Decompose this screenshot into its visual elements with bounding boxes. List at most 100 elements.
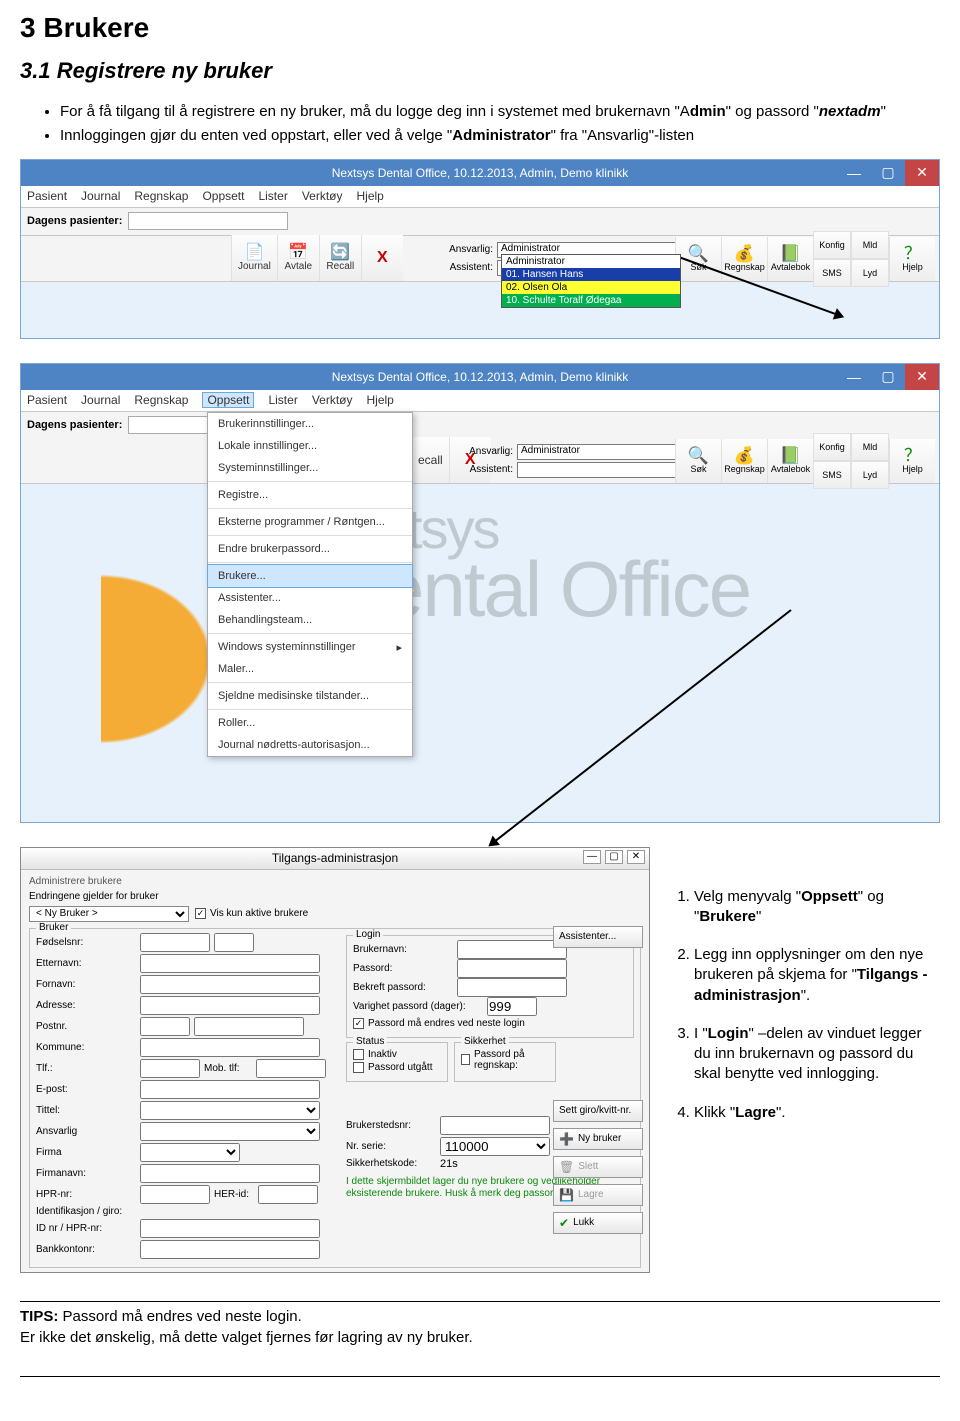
btn-ny-bruker[interactable]: ➕Ny bruker bbox=[553, 1128, 643, 1150]
toolbar-sok[interactable]: 🔍Søk bbox=[675, 439, 721, 483]
toolbar-hjelp[interactable]: ？Hjelp bbox=[889, 439, 935, 483]
inp-hpr[interactable] bbox=[140, 1185, 210, 1204]
vis-aktive-check[interactable]: ✓Vis kun aktive brukere bbox=[195, 908, 308, 919]
menu-oppsett[interactable]: Oppsett bbox=[202, 189, 244, 203]
dagens-field[interactable] bbox=[128, 212, 288, 230]
oppsett-menu-item[interactable]: Windows systeminnstillinger bbox=[208, 636, 412, 658]
sel-nrserie[interactable]: 110000 bbox=[440, 1137, 550, 1156]
toolbar-hjelp[interactable]: ？Hjelp bbox=[889, 237, 935, 281]
toolbar-avtalebok[interactable]: 📗Avtalebok bbox=[767, 439, 813, 483]
minimize-button[interactable]: — bbox=[837, 160, 871, 186]
inp-brukernavn[interactable] bbox=[457, 940, 567, 959]
toolbar-mld[interactable]: Mld bbox=[851, 231, 889, 259]
ansvarlig-option-3[interactable]: 10. Schulte Toralf Ødegaa bbox=[502, 294, 680, 307]
oppsett-menu-item[interactable]: Endre brukerpassord... bbox=[208, 538, 412, 560]
menu-regnskap[interactable]: Regnskap bbox=[134, 393, 188, 407]
section-heading: 3.1 Registrere ny bruker bbox=[20, 58, 940, 84]
inp-bank[interactable] bbox=[140, 1240, 320, 1259]
inp-postnr[interactable] bbox=[140, 1017, 190, 1036]
inp-poststed[interactable] bbox=[194, 1017, 304, 1036]
oppsett-menu-item[interactable]: Systeminnstillinger... bbox=[208, 457, 412, 479]
toolbar-avtale[interactable]: 📅Avtale bbox=[277, 235, 319, 281]
ansvarlig-option-1[interactable]: 01. Hansen Hans bbox=[502, 268, 680, 281]
check-pass-regnskap[interactable]: Passord på regnskap: bbox=[461, 1049, 549, 1071]
check-inaktiv[interactable]: Inaktiv bbox=[353, 1049, 441, 1060]
maximize-button[interactable]: ▢ bbox=[871, 364, 905, 390]
inp-epost[interactable] bbox=[140, 1080, 320, 1099]
ansvarlig-options[interactable]: Administrator 01. Hansen Hans 02. Olsen … bbox=[501, 254, 681, 308]
menu-journal[interactable]: Journal bbox=[81, 393, 120, 407]
check-utgatt[interactable]: Passord utgått bbox=[353, 1062, 441, 1073]
menu-pasient[interactable]: Pasient bbox=[27, 393, 67, 407]
inp-firmanavn[interactable] bbox=[140, 1164, 320, 1183]
inp-fornavn[interactable] bbox=[140, 975, 320, 994]
oppsett-menu-item[interactable]: Assistenter... bbox=[208, 587, 412, 609]
toolbar-avtalebok[interactable]: 📗Avtalebok bbox=[767, 237, 813, 281]
btn-assistenter[interactable]: Assistenter... bbox=[553, 926, 643, 948]
oppsett-menu-item[interactable]: Registre... bbox=[208, 484, 412, 506]
btn-slett[interactable]: 🗑Slett bbox=[553, 1156, 643, 1178]
close-button[interactable]: ✕ bbox=[905, 160, 939, 186]
menu-hjelp[interactable]: Hjelp bbox=[357, 189, 384, 203]
inp-mob[interactable] bbox=[256, 1059, 326, 1078]
menu-lister[interactable]: Lister bbox=[268, 393, 297, 407]
oppsett-menu-item[interactable]: Maler... bbox=[208, 658, 412, 680]
minimize-button[interactable]: — bbox=[837, 364, 871, 390]
inp-adresse[interactable] bbox=[140, 996, 320, 1015]
oppsett-menu-item[interactable]: Brukere... bbox=[207, 564, 413, 588]
close-button[interactable]: ✕ bbox=[905, 364, 939, 390]
oppsett-menu-item[interactable]: Brukerinnstillinger... bbox=[208, 413, 412, 435]
toolbar-sms[interactable]: SMS bbox=[813, 461, 851, 489]
inp-kommune[interactable] bbox=[140, 1038, 320, 1057]
menu-journal[interactable]: Journal bbox=[81, 189, 120, 203]
oppsett-menu-item[interactable]: Roller... bbox=[208, 712, 412, 734]
menu-verktoy[interactable]: Verktøy bbox=[302, 189, 343, 203]
menu-hjelp[interactable]: Hjelp bbox=[367, 393, 394, 407]
toolbar-mld[interactable]: Mld bbox=[851, 433, 889, 461]
inp-etternavn[interactable] bbox=[140, 954, 320, 973]
menu-lister[interactable]: Lister bbox=[258, 189, 287, 203]
oppsett-menu-item[interactable]: Eksterne programmer / Røntgen... bbox=[208, 511, 412, 533]
toolbar-lyd[interactable]: Lyd bbox=[851, 259, 889, 287]
btn-lagre[interactable]: 💾Lagre bbox=[553, 1184, 643, 1206]
bruker-select[interactable]: < Ny Bruker > bbox=[29, 906, 189, 922]
oppsett-menu-item[interactable]: Sjeldne medisinske tilstander... bbox=[208, 685, 412, 707]
inp-passord[interactable] bbox=[457, 959, 567, 978]
dlg-max-button[interactable]: ▢ bbox=[605, 850, 623, 864]
toolbar-konfig[interactable]: Konfig bbox=[813, 231, 851, 259]
menu-regnskap[interactable]: Regnskap bbox=[134, 189, 188, 203]
brand-text: xtsys ental Office bbox=[381, 504, 750, 625]
toolbar-sms[interactable]: SMS bbox=[813, 259, 851, 287]
inp-brukersted[interactable] bbox=[440, 1116, 550, 1135]
oppsett-menu-item[interactable]: Lokale innstillinger... bbox=[208, 435, 412, 457]
inp-fodselsnr2[interactable] bbox=[214, 933, 254, 952]
dlg-min-button[interactable]: — bbox=[583, 850, 601, 864]
sel-ansvarlig2[interactable] bbox=[140, 1122, 320, 1141]
inp-bekreft[interactable] bbox=[457, 978, 567, 997]
inp-idnr[interactable] bbox=[140, 1219, 320, 1238]
inp-tlf[interactable] bbox=[140, 1059, 200, 1078]
inp-varighet[interactable] bbox=[487, 997, 537, 1016]
ansvarlig-option-admin[interactable]: Administrator bbox=[502, 255, 680, 268]
maximize-button[interactable]: ▢ bbox=[871, 160, 905, 186]
dlg-close-button[interactable]: ✕ bbox=[627, 850, 645, 864]
menu-oppsett[interactable]: Oppsett bbox=[202, 392, 254, 408]
menu-verktoy[interactable]: Verktøy bbox=[312, 393, 353, 407]
ansvarlig-option-2[interactable]: 02. Olsen Ola bbox=[502, 281, 680, 294]
toolbar-recall[interactable]: 🔄Recall bbox=[319, 235, 361, 281]
sel-firma[interactable] bbox=[140, 1143, 240, 1162]
sel-tittel[interactable] bbox=[140, 1101, 320, 1120]
btn-sett-giro[interactable]: Sett giro/kvitt-nr. bbox=[553, 1100, 643, 1122]
toolbar-lyd[interactable]: Lyd bbox=[851, 461, 889, 489]
inp-her[interactable] bbox=[258, 1185, 318, 1204]
inp-fodselsnr[interactable] bbox=[140, 933, 210, 952]
btn-lukk[interactable]: ✔Lukk bbox=[553, 1212, 643, 1234]
oppsett-menu-item[interactable]: Behandlingsteam... bbox=[208, 609, 412, 631]
toolbar-konfig[interactable]: Konfig bbox=[813, 433, 851, 461]
oppsett-menu-item[interactable]: Journal nødretts-autorisasjon... bbox=[208, 734, 412, 756]
toolbar-regnskap[interactable]: 💰Regnskap bbox=[721, 439, 767, 483]
toolbar-journal[interactable]: 📄Journal bbox=[231, 235, 277, 281]
menu-pasient[interactable]: Pasient bbox=[27, 189, 67, 203]
toolbar-recall[interactable]: ecall bbox=[411, 437, 449, 483]
toolbar-x[interactable]: X bbox=[361, 235, 403, 281]
